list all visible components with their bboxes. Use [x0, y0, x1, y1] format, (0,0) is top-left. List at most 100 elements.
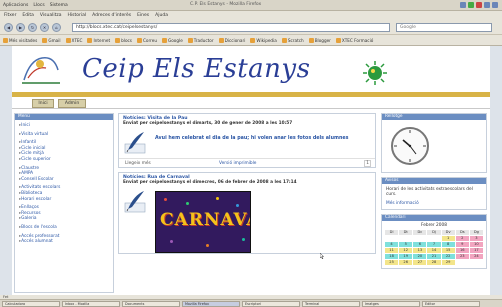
address-bar[interactable]: http://blocs.xtec.cat/ceipelsestanys/ [72, 23, 390, 32]
bookmark-item[interactable]: Google [162, 37, 183, 43]
clock-icon[interactable] [492, 2, 498, 8]
tab-admin[interactable]: Admin [58, 99, 86, 108]
menu-help[interactable]: Ajuda [155, 13, 168, 18]
taskbar-window-button[interactable]: Editor [422, 301, 480, 307]
news-title[interactable]: Notícies: Visita de la Pau [119, 114, 375, 121]
calendar-day[interactable]: 9 [455, 241, 469, 247]
calendar-day[interactable]: 5 [399, 241, 413, 247]
left-menu-block: Menú Inici Visita virtual Infantil Cicle… [14, 113, 114, 293]
calendar-day[interactable]: 2 [455, 235, 469, 241]
bookmark-item[interactable]: blocs [115, 37, 132, 43]
site-logo-title[interactable]: Ceip Els Estanys [82, 54, 310, 84]
bookmark-item[interactable]: Wikipedia [250, 37, 277, 43]
calendar-day[interactable]: 13 [413, 247, 427, 253]
bookmark-item[interactable]: XTEC [65, 37, 82, 43]
calendar-day[interactable]: 11 [385, 247, 399, 253]
calendar-day[interactable]: 18 [385, 253, 399, 259]
reload-icon[interactable]: ↻ [28, 22, 37, 32]
calendar-weekday: Dl [385, 229, 399, 235]
calendar-day[interactable]: 3 [469, 235, 483, 241]
taskbar-window-button[interactable]: Inbox - Mozilla [62, 301, 120, 307]
search-input[interactable]: Google [396, 23, 492, 32]
news-meta: Enviat per ceipelsestanys el dimecres, 0… [123, 180, 297, 185]
menu-link-alumnat[interactable]: Accés alumnat [19, 239, 113, 245]
calendar-day[interactable]: 12 [399, 247, 413, 253]
calendar-day[interactable]: 19 [399, 253, 413, 259]
bookmark-item[interactable]: Més visitades [3, 37, 37, 43]
read-more-link[interactable]: Llegeix més [125, 161, 151, 166]
news-title[interactable]: Notícies: Rua de Carnaval [119, 173, 375, 180]
taskbar-window-button[interactable]: Calculadora [2, 301, 60, 307]
update-icon[interactable] [468, 2, 474, 8]
menu-history[interactable]: Historial [67, 13, 86, 18]
calendar-day[interactable]: 8 [441, 241, 455, 247]
calendar-day[interactable]: 6 [413, 241, 427, 247]
menu-edit[interactable]: Edita [22, 13, 33, 18]
system-menu-apps[interactable]: Aplicacions [3, 3, 28, 8]
quill-pen-icon [124, 132, 146, 154]
calendar-day[interactable]: 22 [441, 253, 455, 259]
calendar-day[interactable]: 10 [469, 241, 483, 247]
bookmark-icon [218, 37, 224, 43]
menu-file[interactable]: Fitxer [4, 13, 16, 18]
calendar-day[interactable]: 26 [399, 259, 413, 265]
taskbar-window-button[interactable]: Mozilla Firefox [182, 301, 240, 307]
bookmark-item[interactable]: Gmail [42, 37, 61, 43]
carnaval-image-text: CARNAVAL [160, 210, 250, 230]
news-body: CARNAVAL [119, 187, 375, 257]
system-top-panel: Aplicacions Llocs Sistema C.P. Els Estan… [0, 0, 502, 11]
printable-version-link[interactable]: Versió imprimible [219, 161, 256, 166]
calendar-day[interactable]: 24 [469, 253, 483, 259]
stop-icon[interactable]: ✕ [40, 22, 49, 32]
calendar-day[interactable]: 14 [427, 247, 441, 253]
calendar-day[interactable]: 23 [455, 253, 469, 259]
menu-tools[interactable]: Eines [137, 13, 149, 18]
volume-icon[interactable] [484, 2, 490, 8]
calendar-day[interactable]: 16 [455, 247, 469, 253]
taskbar-window-button[interactable]: Terminal [302, 301, 360, 307]
calendar-month: Febrer 2008 [421, 222, 447, 228]
back-icon[interactable]: ◀ [4, 22, 13, 32]
network-icon[interactable] [460, 2, 466, 8]
bookmark-icon [3, 37, 8, 43]
calendar-day[interactable]: 20 [413, 253, 427, 259]
menu-bookmarks[interactable]: Adreces d'interès [92, 13, 131, 18]
news-footer: Llegeix més Versió imprimible 1 [119, 158, 375, 167]
bookmark-item[interactable]: Scratch [281, 37, 304, 43]
menu-view[interactable]: Visualitza [40, 13, 62, 18]
bookmark-item[interactable]: Blogger [308, 37, 331, 43]
bookmark-item[interactable]: Correu [137, 37, 157, 43]
forward-icon[interactable]: ▶ [16, 22, 25, 32]
alert-icon[interactable] [476, 2, 482, 8]
system-menu-places[interactable]: Llocs [33, 3, 44, 8]
calendar-day[interactable]: 17 [469, 247, 483, 253]
calendar-weekday: Ds [455, 229, 469, 235]
calendar-day[interactable]: 7 [427, 241, 441, 247]
bookmark-item[interactable]: Traductor [187, 37, 214, 43]
system-menu-system[interactable]: Sistema [50, 3, 68, 8]
bookmark-item[interactable]: Internet [87, 37, 110, 43]
home-icon[interactable]: ⌂ [52, 22, 61, 32]
bookmark-item[interactable]: XTEC Formació [335, 37, 373, 43]
calendar-day[interactable]: 25 [385, 259, 399, 265]
calendar-day[interactable]: 1 [441, 235, 455, 241]
notice-link[interactable]: Més informació [382, 201, 486, 209]
calendar-day[interactable]: 28 [427, 259, 441, 265]
calendar-weekday: Dg [469, 229, 483, 235]
calendar-day[interactable]: 27 [413, 259, 427, 265]
news-meta: Enviat per ceipelsestanys el dimarts, 30… [123, 121, 293, 126]
news-headline-link[interactable]: Avui hem celebrat el dia de la pau; hi v… [155, 136, 349, 141]
calendar-day[interactable]: 4 [385, 241, 399, 247]
taskbar-window-button[interactable]: Escriptori [242, 301, 300, 307]
bookmark-item[interactable]: Diccionari [218, 37, 245, 43]
calendar-day[interactable]: 21 [427, 253, 441, 259]
taskbar-window-button[interactable]: Imatges [362, 301, 420, 307]
calendar-day[interactable]: 15 [441, 247, 455, 253]
taskbar-window-button[interactable]: Documents [122, 301, 180, 307]
tab-home[interactable]: Inici [32, 99, 54, 108]
comment-count[interactable]: 1 [364, 160, 371, 167]
carnaval-image[interactable]: CARNAVAL [155, 191, 251, 253]
calendar-day[interactable]: 29 [441, 259, 455, 265]
bookmark-icon [281, 37, 287, 43]
bookmarks-toolbar: Més visitades Gmail XTEC Internet blocs … [0, 35, 502, 46]
